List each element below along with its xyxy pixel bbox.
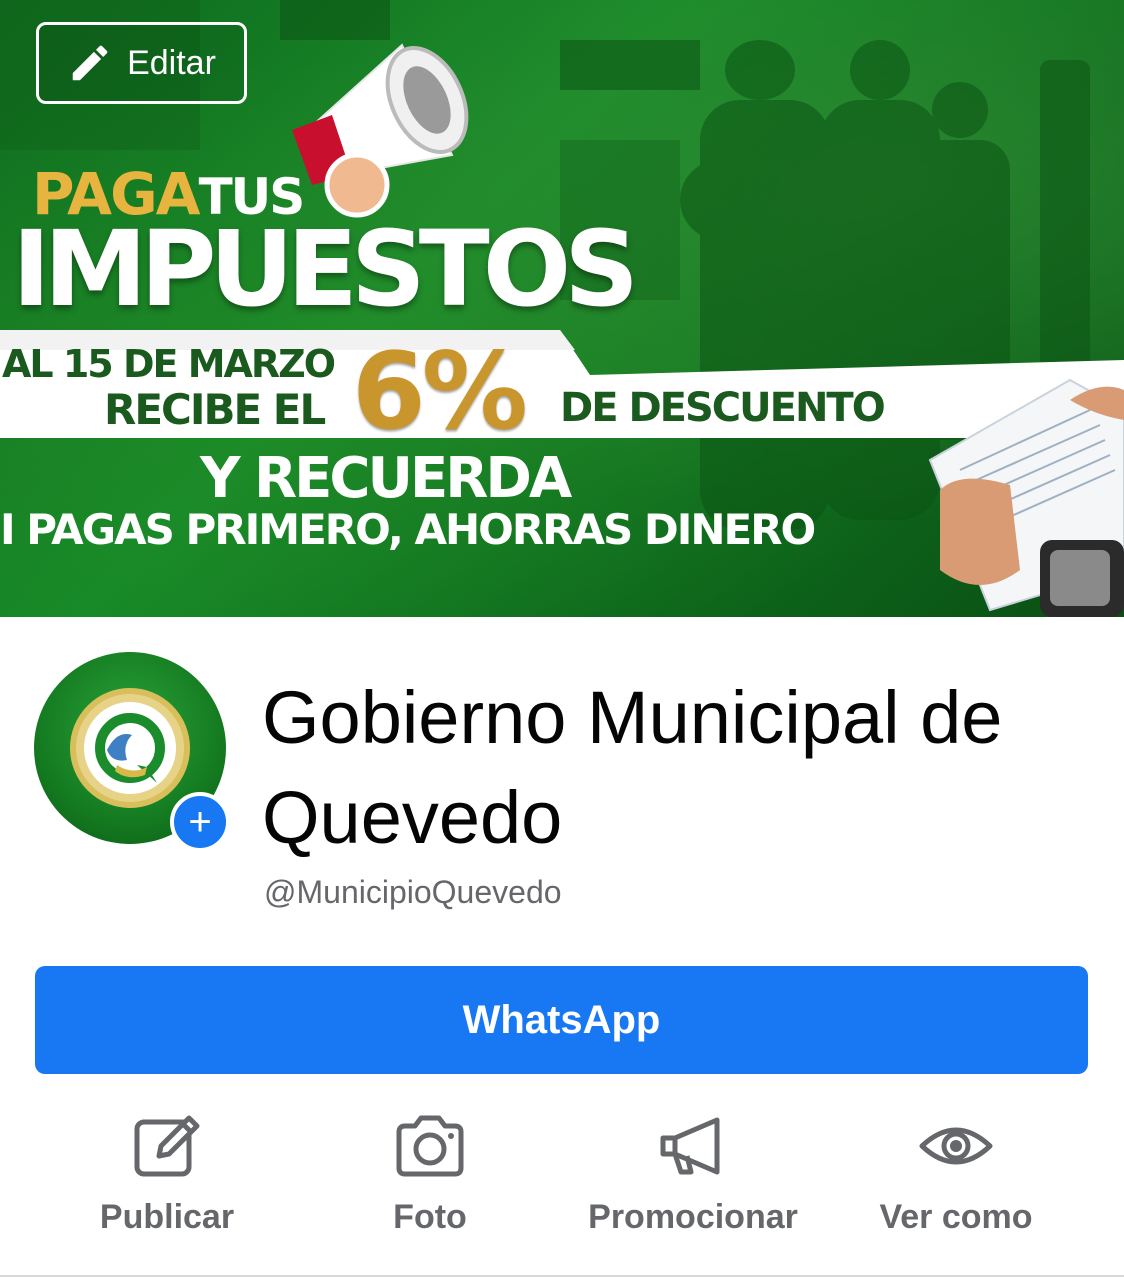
photo-label: Foto [393, 1198, 467, 1236]
cover-text-fecha: AL 15 DE MARZO [2, 342, 336, 386]
promote-action[interactable]: Promocionar [562, 1110, 824, 1237]
page-title: Gobierno Municipal de Quevedo [262, 676, 1003, 859]
promote-label: Promocionar [588, 1198, 798, 1236]
publish-label: Publicar [99, 1198, 235, 1236]
quevedo-logo-icon [95, 713, 165, 783]
publish-action[interactable]: Publicar [36, 1110, 298, 1237]
megaphone-icon [660, 1117, 720, 1175]
whatsapp-button-label: WhatsApp [462, 997, 661, 1042]
hand-with-receipt-illustration [928, 378, 1124, 617]
whatsapp-button[interactable]: WhatsApp [35, 966, 1088, 1074]
view-as-label: Ver como [879, 1198, 1033, 1236]
edit-cover-button[interactable]: Editar [36, 22, 247, 104]
camera-icon [396, 1115, 464, 1177]
view-as-action[interactable]: Ver como [825, 1110, 1087, 1237]
cover-text-recuerda: Y RECUERDA [200, 446, 572, 511]
cover-text-porcentaje: 6% [352, 330, 528, 453]
page-action-bar: Publicar Foto Promocionar Ver como [0, 1110, 1124, 1250]
cover-text-recibe: RECIBE EL [104, 385, 326, 434]
pencil-icon [72, 45, 108, 81]
eye-icon [919, 1127, 993, 1165]
photo-action[interactable]: Foto [299, 1110, 561, 1237]
cover-text-slogan: I PAGAS PRIMERO, AHORRAS DINERO [0, 505, 816, 554]
edit-cover-label: Editar [127, 43, 216, 82]
page-username: @MunicipioQuevedo [264, 874, 562, 910]
cover-headline-impuestos: IMPUESTOS [12, 208, 639, 330]
cover-photo[interactable]: Editar PAGATUS IMPUESTOS AL 15 DE MARZO … [0, 0, 1124, 617]
municipality-logo [70, 688, 190, 808]
compose-icon [134, 1115, 200, 1177]
plus-icon: + [188, 800, 212, 844]
megaphone-illustration [292, 43, 469, 218]
cover-text-descuento: DE DESCUENTO [560, 385, 886, 431]
add-profile-picture-button[interactable]: + [170, 792, 230, 852]
section-divider [0, 1275, 1124, 1277]
